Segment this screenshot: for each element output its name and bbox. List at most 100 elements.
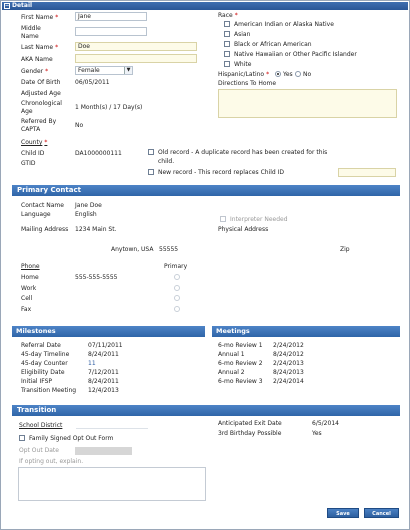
meeting-value: 2/24/2012: [273, 342, 304, 349]
meeting-label: 6-mo Review 2: [218, 360, 263, 367]
race-option-checkbox[interactable]: [224, 41, 230, 47]
city-state-value: Anytown, USA: [111, 246, 154, 253]
collapse-icon[interactable]: −: [4, 3, 10, 9]
phone-label: Fax: [21, 306, 32, 313]
physical-address-label: Physical Address: [218, 226, 269, 233]
cancel-button[interactable]: Cancel: [364, 508, 399, 518]
opt-out-date-input[interactable]: [75, 447, 132, 455]
milestone-value: 7/12/2011: [88, 369, 119, 376]
race-option-label: Native Hawaiian or Other Pacific Islande…: [234, 51, 357, 58]
hispanic-no-label: No: [303, 71, 312, 78]
new-record-checkbox[interactable]: [148, 169, 154, 175]
save-button[interactable]: Save: [327, 508, 359, 518]
dob-label: Date Of Birth: [21, 79, 61, 86]
race-option-label: Asian: [234, 31, 251, 38]
race-option-checkbox[interactable]: [224, 21, 230, 27]
race-label: Race *: [218, 12, 238, 19]
contact-name-label: Contact Name: [21, 202, 64, 209]
primary-phone-radio[interactable]: [174, 274, 180, 280]
chevron-down-icon: ▼: [124, 67, 132, 74]
hispanic-label: Hispanic/Latino *: [218, 71, 270, 78]
last-name-input[interactable]: Doe: [75, 42, 197, 51]
milestone-value: 12/4/2013: [88, 387, 119, 394]
window-titlebar: − Detail: [2, 2, 408, 10]
first-name-label: First Name *: [21, 14, 59, 21]
milestone-value: 11: [88, 360, 96, 367]
contact-name-value: Jane Doe: [75, 202, 102, 209]
primary-header: Primary: [164, 263, 188, 270]
milestone-label: Referral Date: [21, 342, 61, 349]
language-value: English: [75, 211, 97, 218]
hispanic-yes-radio[interactable]: [275, 71, 281, 77]
interpreter-label: Interpreter Needed: [230, 216, 288, 223]
last-name-label: Last Name *: [21, 44, 59, 51]
adjusted-age-label: Adjusted Age: [21, 90, 61, 97]
opt-out-explain-textarea[interactable]: [18, 467, 206, 501]
race-option-checkbox[interactable]: [224, 31, 230, 37]
hispanic-no-radio[interactable]: [295, 71, 301, 77]
opt-out-form-checkbox[interactable]: [19, 435, 25, 441]
detail-window: − Detail First Name * Jane Middle Name La…: [0, 0, 410, 530]
milestone-label: Eligibility Date: [21, 369, 65, 376]
referred-by-label-2: CAPTA: [21, 126, 41, 133]
middle-name-input[interactable]: [75, 27, 147, 36]
race-option-label: Black or African American: [234, 41, 312, 48]
gender-select-value: Female: [78, 67, 100, 74]
interpreter-checkbox[interactable]: [220, 216, 226, 222]
phone-label: Cell: [21, 295, 33, 302]
milestone-value: 07/11/2011: [88, 342, 123, 349]
milestone-label: 45-day Timeline: [21, 351, 70, 358]
chrono-age-label-2: Age: [21, 108, 33, 115]
third-birthday-label: 3rd Birthday Possible: [218, 430, 282, 437]
primary-phone-radio[interactable]: [174, 285, 180, 291]
meeting-label: Annual 1: [218, 351, 245, 358]
chrono-age-label-1: Chronological: [21, 100, 62, 107]
gender-label: Gender *: [21, 68, 49, 75]
phone-label: Work: [21, 285, 37, 292]
school-district-divider: [76, 428, 148, 429]
meeting-value: 2/24/2014: [273, 378, 304, 385]
meeting-label: 6-mo Review 3: [218, 378, 263, 385]
aka-name-label: AKA Name: [21, 56, 53, 63]
school-district-label: School District: [19, 422, 63, 429]
phone-header: Phone: [21, 263, 40, 270]
aka-name-input[interactable]: [75, 54, 197, 63]
mailing-address-value: 1234 Main St.: [75, 226, 117, 233]
first-name-input[interactable]: Jane: [75, 12, 147, 21]
third-birthday-value: Yes: [312, 430, 322, 437]
referred-by-value: No: [75, 122, 84, 129]
opt-out-explain-label: If opting out, explain.: [19, 458, 84, 465]
replaces-child-id-input[interactable]: [338, 168, 396, 177]
hispanic-yes-label: Yes: [283, 71, 293, 78]
opt-out-form-label: Family Signed Opt Out Form: [29, 435, 114, 442]
dob-value: 06/05/2011: [75, 79, 110, 86]
referred-by-label-1: Referred By: [21, 118, 57, 125]
primary-phone-radio[interactable]: [174, 306, 180, 312]
language-label: Language: [21, 211, 51, 218]
physical-zip-label: Zip: [340, 246, 350, 253]
directions-textarea[interactable]: [218, 89, 397, 118]
opt-out-date-label: Opt Out Date: [19, 447, 59, 454]
middle-name-label-1: Middle: [21, 25, 41, 32]
chrono-age-value: 1 Month(s) / 17 Day(s): [75, 104, 143, 111]
race-option-label: White: [234, 61, 252, 68]
primary-phone-radio[interactable]: [174, 295, 180, 301]
milestone-value: 8/24/2011: [88, 378, 119, 385]
mailing-address-label: Mailing Address: [21, 226, 69, 233]
race-option-checkbox[interactable]: [224, 61, 230, 67]
milestone-value: 8/24/2011: [88, 351, 119, 358]
window-title: Detail: [12, 2, 33, 9]
race-option-checkbox[interactable]: [224, 51, 230, 57]
meeting-value: 8/24/2013: [273, 369, 304, 376]
meeting-label: Annual 2: [218, 369, 245, 376]
county-label: County *: [21, 139, 48, 146]
child-id-label: Child ID: [21, 150, 45, 157]
anticipated-exit-value: 6/5/2014: [312, 420, 339, 427]
primary-contact-header: Primary Contact: [12, 185, 400, 196]
old-record-label-1: Old record - A duplicate record has been…: [158, 149, 328, 156]
gender-select[interactable]: Female ▼: [75, 66, 133, 75]
phone-value: 555-555-5555: [75, 274, 118, 281]
milestone-label: 45-day Counter: [21, 360, 68, 367]
middle-name-label-2: Name: [21, 33, 39, 40]
old-record-checkbox[interactable]: [148, 149, 154, 155]
